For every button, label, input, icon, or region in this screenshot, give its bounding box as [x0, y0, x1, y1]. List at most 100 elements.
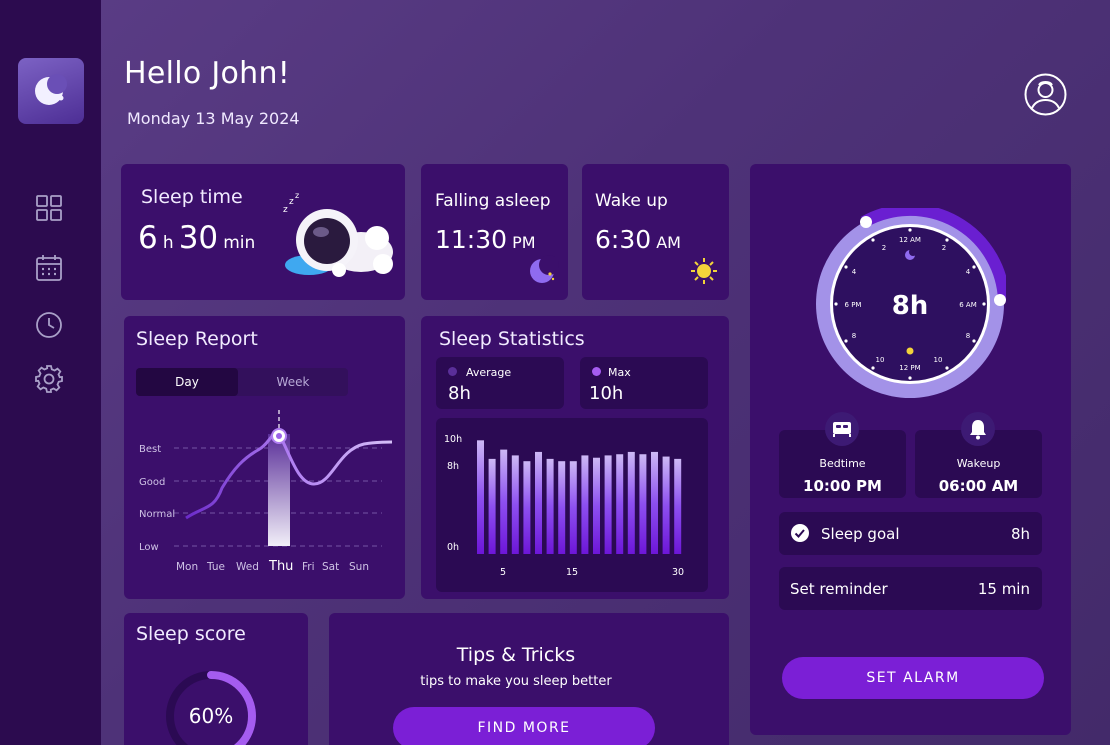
stat-bar: [616, 454, 624, 554]
day-label: Sat: [322, 561, 339, 573]
bedtime-box[interactable]: Bedtime 10:00 PM: [779, 412, 906, 498]
tips-subtitle: tips to make you sleep better: [420, 674, 612, 689]
stat-bar: [604, 455, 612, 554]
clock-label: 12 AM: [899, 236, 921, 244]
wake-up-time: 6:30: [595, 225, 652, 254]
set-alarm-button[interactable]: SET ALARM: [782, 657, 1044, 699]
tab-day-label: Day: [175, 375, 199, 389]
sleep-hours: 6: [138, 220, 158, 256]
moon-logo-icon: [35, 74, 67, 105]
svg-text:z: z: [289, 197, 294, 207]
tab-week[interactable]: Week: [238, 368, 348, 396]
wake-up-card: Wake up 6:30 AM: [582, 164, 729, 300]
clock-label: 6 PM: [845, 301, 862, 309]
sleep-score-value: 60%: [189, 704, 233, 728]
sleep-time-card: Sleep time 6 h 30 min z z z: [121, 164, 405, 300]
wakeup-box[interactable]: Wakeup 06:00 AM: [915, 412, 1042, 498]
stat-bar: [627, 451, 635, 554]
day-label: Sun: [349, 561, 369, 573]
clock-label: 8: [966, 332, 970, 340]
level-low: Low: [139, 542, 159, 553]
tab-week-label: Week: [276, 375, 310, 389]
bedtime-time: 10:00 PM: [803, 477, 882, 495]
report-tab-bar: Day Week: [136, 368, 348, 396]
sleep-minutes: 30: [178, 220, 219, 256]
clock-label: 12 PM: [899, 364, 920, 372]
y-tick-label: 8h: [447, 461, 459, 472]
avatar-icon: [1024, 73, 1067, 116]
clock-label: 4: [852, 268, 857, 276]
settings-icon[interactable]: [34, 364, 64, 394]
moon-icon: [530, 255, 559, 283]
clock-label: 2: [882, 244, 886, 252]
set-reminder-label: Set reminder: [790, 580, 888, 598]
find-more-button[interactable]: FIND MORE: [393, 707, 655, 745]
average-dot: [448, 367, 457, 376]
day-label: Wed: [236, 561, 259, 573]
checkmark-icon: [791, 524, 809, 542]
sleep-statistics-title: Sleep Statistics: [439, 328, 585, 350]
falling-asleep-ampm: PM: [512, 233, 536, 252]
sleep-clock: 12 AM 2 4 6 AM 8 10 12 PM 10 8 6 PM 4 2 …: [816, 208, 1006, 398]
stat-bar: [523, 461, 531, 554]
day-label: Mon: [176, 561, 198, 573]
y-tick-label: 0h: [447, 542, 459, 553]
falling-asleep-card: Falling asleep 11:30 PM: [421, 164, 568, 300]
average-box: Average 8h: [436, 357, 564, 409]
wakeup-label: Wakeup: [956, 457, 1001, 470]
calendar-icon[interactable]: [34, 253, 64, 283]
stat-bar: [488, 458, 496, 554]
stat-bar: [569, 461, 577, 554]
stat-bar: [546, 458, 554, 554]
falling-asleep-label: Falling asleep: [435, 191, 551, 211]
current-date: Monday 13 May 2024: [127, 109, 300, 128]
wake-up-label: Wake up: [595, 191, 668, 211]
x-tick-label: 30: [672, 567, 684, 578]
wakeup-marker: [994, 294, 1006, 306]
sleep-report-card: Sleep Report Day Week Best Good Normal L…: [124, 316, 405, 599]
clock-label: 8: [852, 332, 856, 340]
level-normal: Normal: [139, 509, 175, 520]
x-tick-label: 15: [566, 567, 578, 578]
falling-asleep-time: 11:30: [435, 225, 508, 254]
statistics-chart-panel: 10h 8h 0h 5 15 30: [436, 418, 708, 592]
sidebar: [0, 0, 101, 745]
sleep-report-title: Sleep Report: [136, 328, 258, 350]
average-label: Average: [466, 366, 512, 379]
level-good: Good: [139, 477, 165, 488]
set-reminder-value: 15 min: [977, 580, 1030, 598]
stat-bar: [662, 456, 670, 554]
sleep-statistics-card: Sleep Statistics Average 8h Max 10h 10h …: [421, 316, 729, 599]
app-logo[interactable]: [18, 58, 84, 124]
bed-icon: [825, 412, 859, 446]
max-dot: [592, 367, 601, 376]
bell-icon: [961, 412, 995, 446]
dashboard-icon[interactable]: [34, 193, 64, 223]
clock-icon[interactable]: [34, 310, 64, 340]
day-label-selected: Thu: [268, 559, 293, 574]
sleep-score-card: Sleep score 60%: [124, 613, 308, 745]
wake-up-value: 6:30 AM: [595, 225, 681, 254]
greeting-title: Hello John!: [124, 56, 291, 91]
clock-label: 6 AM: [959, 301, 977, 309]
stat-bar: [558, 461, 566, 554]
user-avatar[interactable]: [1024, 73, 1067, 116]
svg-text:z: z: [295, 191, 299, 200]
set-reminder-row[interactable]: Set reminder 15 min: [779, 567, 1042, 610]
stat-bar: [639, 454, 647, 554]
sleep-report-chart: Best Good Normal Low Mon Tue Wed Thu Fri…: [139, 410, 393, 574]
tips-title: Tips & Tricks: [456, 644, 576, 666]
sleep-statistics-chart: 10h 8h 0h 5 15 30: [444, 434, 684, 578]
sleep-goal-row[interactable]: Sleep goal 8h: [779, 512, 1042, 555]
tips-card: Tips & Tricks tips to make you sleep bet…: [329, 613, 729, 745]
stat-bar: [500, 449, 508, 554]
sleep-time-value: 6 h 30 min: [138, 220, 255, 256]
sleep-hours-unit: h: [162, 233, 174, 253]
sleep-score-title: Sleep score: [136, 623, 246, 645]
max-label: Max: [608, 366, 631, 379]
sleep-time-label: Sleep time: [141, 186, 243, 208]
clock-label: 2: [942, 244, 946, 252]
tab-day[interactable]: Day: [136, 368, 238, 396]
y-tick-label: 10h: [444, 434, 462, 445]
find-more-label: FIND MORE: [477, 720, 571, 736]
